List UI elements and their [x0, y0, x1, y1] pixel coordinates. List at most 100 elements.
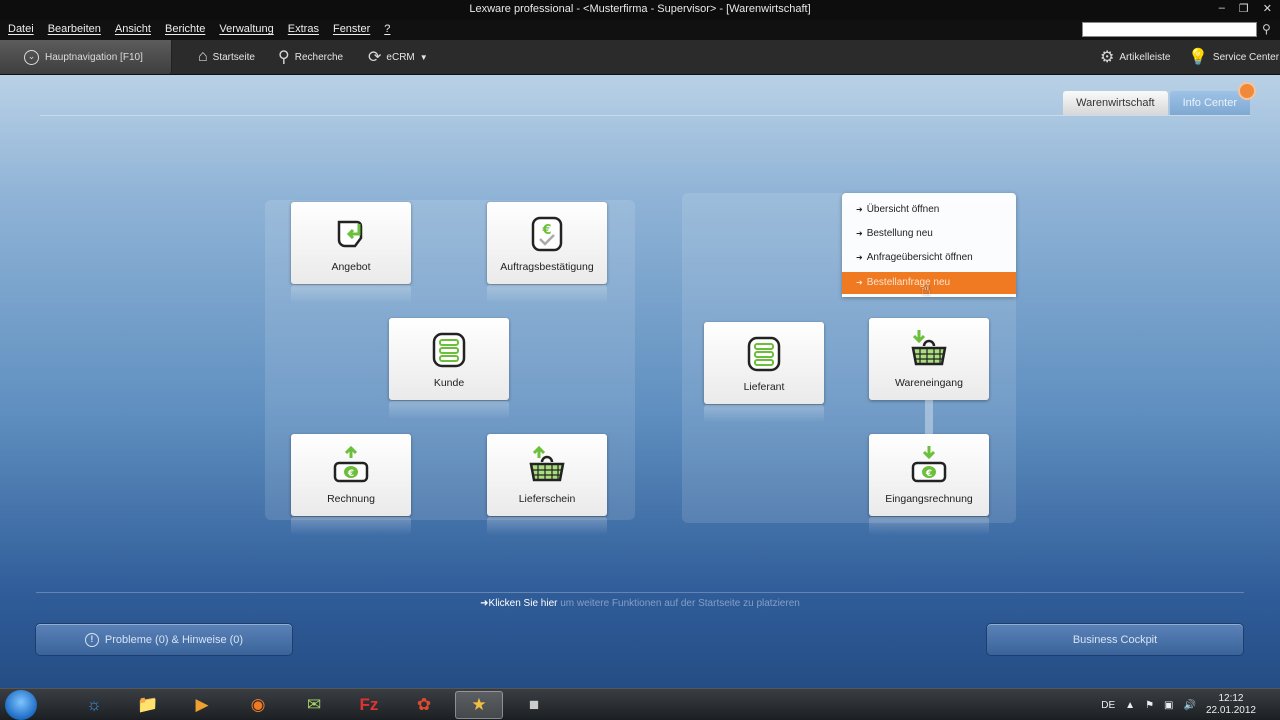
show-hidden-icons-icon[interactable]: ▲ [1125, 700, 1135, 711]
arrow-right-icon: ➜ [856, 253, 863, 262]
refresh-icon: ⟳ [368, 49, 382, 66]
home-icon: ⌂ [198, 48, 208, 65]
media-player-icon[interactable]: ▶ [178, 691, 226, 719]
lexware-taskbar-icon[interactable]: ★ [455, 691, 503, 719]
supplier-book-icon [747, 336, 781, 372]
probleme-hinweise-button[interactable]: ! Probleme (0) & Hinweise (0) [35, 623, 293, 656]
svg-text:€: € [347, 469, 354, 479]
filezilla-icon[interactable]: Fz [345, 691, 393, 719]
menu-verwaltung[interactable]: Verwaltung [219, 23, 273, 35]
tile-eingangsrechnung[interactable]: € Eingangsrechnung [869, 434, 989, 516]
menu-berichte[interactable]: Berichte [165, 23, 205, 35]
startseite-button[interactable]: ⌂ Startseite [198, 40, 255, 74]
flag-icon[interactable]: ⚑ [1145, 700, 1154, 711]
tile-lieferschein[interactable]: Lieferschein [487, 434, 607, 516]
close-button[interactable]: ✕ [1263, 2, 1272, 15]
firefox-icon[interactable]: ◉ [234, 691, 282, 719]
dropdown-arrow-icon: ▼ [419, 52, 428, 62]
hauptnavigation-label: Hauptnavigation [F10] [45, 51, 143, 63]
ecrm-label: eCRM [386, 51, 415, 63]
clock[interactable]: 12:12 22.01.2012 [1206, 693, 1256, 717]
volume-icon[interactable]: 🔊 [1183, 700, 1195, 711]
menu-item-bestellung-neu[interactable]: ➜ Bestellung neu [842, 223, 1016, 245]
app-icon[interactable]: ✿ [400, 691, 448, 719]
tile-eingangsrechnung-label: Eingangsrechnung [885, 493, 973, 505]
ecrm-button[interactable]: ⟳ eCRM ▼ [368, 40, 428, 74]
start-page: Warenwirtschaft Info Center Angebot € Au… [0, 75, 1280, 688]
menu-item-label: Übersicht öffnen [866, 204, 940, 215]
magnifier-icon: ⚲ [278, 49, 290, 66]
gear-icon: ⚙ [1100, 49, 1115, 66]
search-icon[interactable]: ⚲ [1262, 22, 1271, 36]
tile-angebot[interactable]: Angebot [291, 202, 411, 284]
probleme-hinweise-label: Probleme (0) & Hinweise (0) [104, 633, 244, 646]
business-cockpit-label: Business Cockpit [1072, 633, 1158, 646]
tab-warenwirtschaft[interactable]: Warenwirtschaft [1063, 91, 1168, 115]
startseite-label: Startseite [212, 51, 255, 63]
arrow-right-icon: ➜ [856, 205, 863, 214]
tile-rechnung[interactable]: € Rechnung [291, 434, 411, 516]
lightbulb-icon: 💡 [1188, 49, 1208, 66]
tile-auftragsbestaetigung[interactable]: € Auftragsbestätigung [487, 202, 607, 284]
minimize-button[interactable]: – [1219, 2, 1225, 15]
taskbar: ☼ 📁 ▶ ◉ ✉ Fz ✿ ★ ■ DE ▲ ⚑ ▣ 🔊 12:12 22.0… [0, 688, 1280, 720]
menu-fenster[interactable]: Fenster [333, 23, 370, 35]
warning-icon: ! [84, 632, 99, 647]
tile-reflection [704, 405, 824, 423]
hint-arrow-icon: ➜ [480, 598, 489, 609]
svg-text:€: € [541, 223, 551, 238]
offer-icon [337, 220, 363, 248]
menu-bearbeiten[interactable]: Bearbeiten [48, 23, 101, 35]
address-book-icon [432, 332, 466, 368]
search-input[interactable] [1082, 22, 1257, 37]
menu-datei[interactable]: Datei [8, 23, 34, 35]
service-center-button[interactable]: 💡 Service Center [1188, 40, 1279, 74]
tab-info-center-label: Info Center [1182, 97, 1237, 109]
title-bar: Lexware professional - <Musterfirma - Su… [0, 0, 1280, 20]
customize-hint: ➜Klicken Sie hier um weitere Funktionen … [0, 598, 1280, 609]
basket-in-icon [911, 330, 947, 366]
toolbar: ⌄ Hauptnavigation [F10] ⌂ Startseite ⚲ R… [0, 40, 1280, 75]
tile-reflection [291, 285, 411, 303]
restore-button[interactable]: ❐ [1239, 2, 1249, 15]
recherche-label: Recherche [294, 51, 344, 63]
language-indicator[interactable]: DE [1101, 700, 1115, 711]
svg-text:€: € [925, 469, 932, 479]
recorder-icon[interactable]: ■ [510, 691, 558, 719]
tile-reflection [291, 517, 411, 535]
hauptnavigation-button[interactable]: ⌄ Hauptnavigation [F10] [0, 40, 172, 74]
notification-badge-icon [1238, 82, 1256, 100]
recherche-button[interactable]: ⚲ Recherche [278, 40, 343, 74]
menu-extras[interactable]: Extras [288, 23, 319, 35]
network-icon[interactable]: ▣ [1164, 700, 1173, 711]
divider [40, 115, 1250, 116]
menu-help[interactable]: ? [384, 23, 390, 35]
menu-bar: Datei Bearbeiten Ansicht Berichte Verwal… [0, 20, 1280, 40]
business-cockpit-button[interactable]: Business Cockpit [986, 623, 1244, 656]
folder-icon[interactable]: 📁 [124, 691, 172, 719]
tile-wareneingang[interactable]: Wareneingang [869, 318, 989, 400]
tile-kunde[interactable]: Kunde [389, 318, 509, 400]
internet-explorer-icon[interactable]: ☼ [70, 691, 118, 719]
menu-item-label: Bestellung neu [866, 228, 933, 239]
customize-link[interactable]: Klicken Sie hier [489, 598, 558, 609]
arrow-right-icon: ➜ [856, 278, 863, 287]
start-button[interactable] [5, 690, 37, 720]
arrow-right-icon: ➜ [856, 229, 863, 238]
artikelleiste-button[interactable]: ⚙ Artikelleiste [1100, 40, 1170, 74]
menu-item-uebersicht-oeffnen[interactable]: ➜ Übersicht öffnen [842, 199, 1016, 221]
tile-rechnung-label: Rechnung [327, 493, 375, 505]
tile-lieferschein-label: Lieferschein [518, 493, 576, 505]
menu-item-anfrageuebersicht-oeffnen[interactable]: ➜ Anfrageübersicht öffnen [842, 247, 1016, 269]
flow-connector [925, 400, 933, 434]
artikelleiste-label: Artikelleiste [1119, 51, 1171, 63]
tile-lieferant[interactable]: Lieferant [704, 322, 824, 404]
notes-icon[interactable]: ✉ [290, 691, 338, 719]
tab-info-center[interactable]: Info Center [1169, 82, 1256, 115]
tile-auftragsbestaetigung-label: Auftragsbestätigung [500, 261, 594, 273]
clock-time: 12:12 [1218, 693, 1244, 704]
menu-ansicht[interactable]: Ansicht [115, 23, 151, 35]
euro-check-icon: € [531, 216, 563, 252]
tile-reflection [487, 285, 607, 303]
divider [36, 592, 1244, 593]
